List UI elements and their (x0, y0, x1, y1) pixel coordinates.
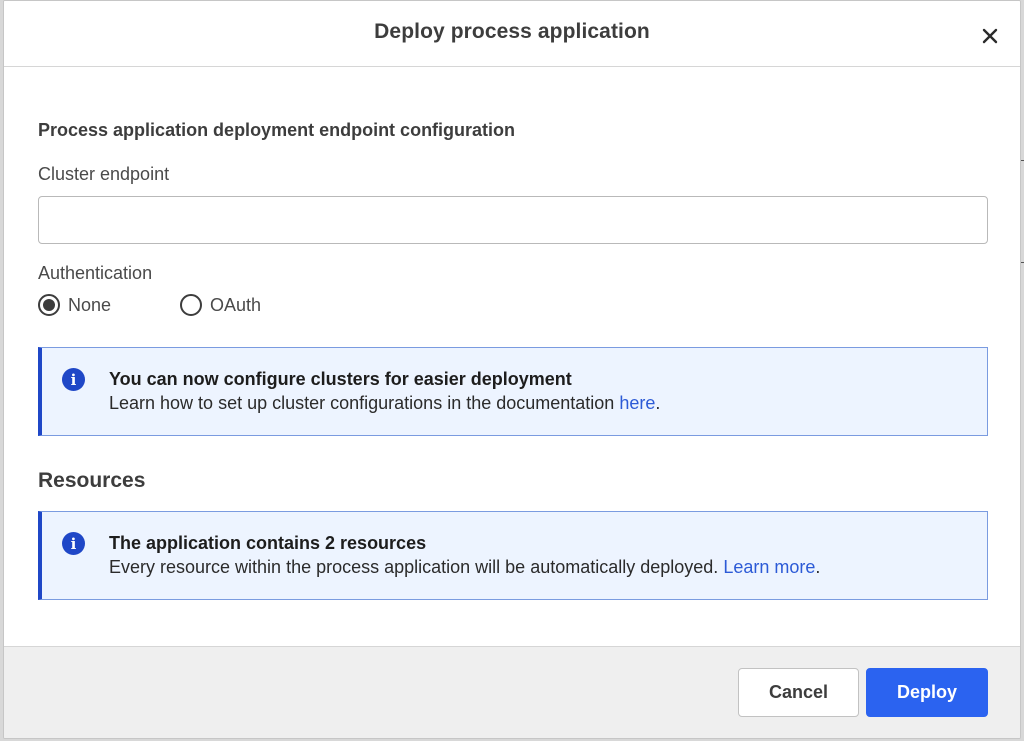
deploy-button[interactable]: Deploy (866, 668, 988, 717)
notice-body-text: Every resource within the process applic… (109, 557, 724, 577)
notice-title: The application contains 2 resources (109, 533, 427, 553)
radio-dot (43, 299, 55, 311)
deploy-dialog: Deploy process application Process appli… (3, 0, 1021, 739)
notice-body: Every resource within the process applic… (109, 557, 820, 578)
resources-info-notice: i The application contains 2 resources E… (38, 511, 988, 600)
auth-option-label: OAuth (210, 294, 262, 315)
endpoint-section-title: Process application deployment endpoint … (38, 120, 516, 140)
dialog-title: Deploy process application (374, 20, 650, 43)
radio-button-selected[interactable] (38, 294, 60, 316)
notice-suffix: . (655, 393, 661, 413)
cluster-endpoint-label: Cluster endpoint (38, 164, 170, 184)
dialog-header: Deploy process application (4, 1, 1020, 67)
auth-radio-none[interactable]: None (38, 293, 111, 317)
cancel-button[interactable]: Cancel (738, 668, 859, 717)
cluster-info-notice: i You can now configure clusters for eas… (38, 347, 988, 436)
auth-radio-oauth[interactable]: OAuth (180, 293, 261, 317)
info-icon: i (62, 368, 85, 391)
documentation-link[interactable]: here (619, 393, 655, 413)
resources-section-title: Resources (38, 469, 146, 492)
notice-suffix: . (815, 557, 821, 577)
learn-more-link[interactable]: Learn more (723, 557, 815, 577)
authentication-label: Authentication (38, 263, 153, 283)
dialog-footer: Cancel Deploy (4, 646, 1020, 738)
notice-body: Learn how to set up cluster configuratio… (109, 393, 660, 414)
info-icon: i (62, 532, 85, 555)
cluster-endpoint-input[interactable] (38, 196, 988, 244)
close-button[interactable] (978, 24, 1002, 48)
radio-button-unselected[interactable] (180, 294, 202, 316)
notice-body-text: Learn how to set up cluster configuratio… (109, 393, 620, 413)
close-icon (982, 28, 998, 44)
notice-title: You can now configure clusters for easie… (109, 369, 572, 389)
auth-option-label: None (68, 294, 112, 315)
